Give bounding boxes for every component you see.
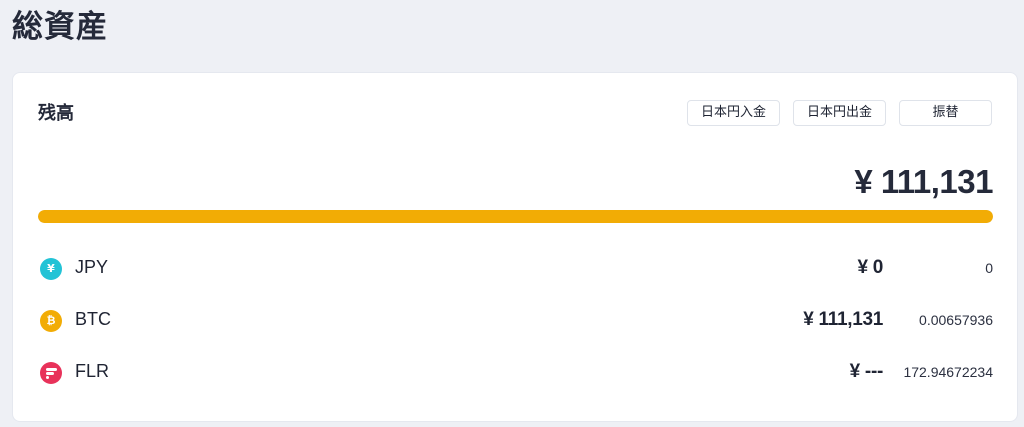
asset-name: JPY xyxy=(75,257,109,277)
card-title: 残高 xyxy=(38,103,74,124)
asset-list: ¥ JPY ¥ 0 0 ₿ BTC ¥ 111,131 0.00657936 F… xyxy=(38,245,993,401)
bitcoin-icon: ₿ xyxy=(40,310,62,332)
jpy-withdraw-button[interactable]: 日本円出金 xyxy=(792,100,886,126)
asset-amount: 0.00657936 xyxy=(919,312,993,328)
asset-jpy-value: ¥ 0 xyxy=(857,257,883,278)
total-balance: ¥ 111,131 xyxy=(854,163,993,200)
asset-jpy-value: ¥ --- xyxy=(849,361,884,382)
asset-amount: 0 xyxy=(985,260,993,276)
transfer-button[interactable]: 振替 xyxy=(899,100,992,126)
asset-jpy-value: ¥ 111,131 xyxy=(803,309,883,330)
yen-icon: ¥ xyxy=(40,258,62,280)
allocation-bar-fill xyxy=(38,210,993,223)
balance-card: 残高 日本円入金 日本円出金 振替 ¥ 111,131 ¥ JPY ¥ 0 0 … xyxy=(12,72,1018,422)
asset-row-flr: FLR ¥ --- 172.94672234 xyxy=(38,349,993,401)
asset-row-jpy: ¥ JPY ¥ 0 0 xyxy=(38,245,993,297)
asset-name: FLR xyxy=(75,361,110,381)
asset-name: BTC xyxy=(75,309,111,329)
flare-icon xyxy=(40,362,62,384)
asset-row-btc: ₿ BTC ¥ 111,131 0.00657936 xyxy=(38,297,993,349)
jpy-deposit-button[interactable]: 日本円入金 xyxy=(686,100,780,126)
asset-amount: 172.94672234 xyxy=(903,364,993,380)
allocation-bar xyxy=(38,210,993,223)
page-title: 総資産 xyxy=(12,9,108,45)
action-buttons: 日本円入金 日本円出金 振替 xyxy=(686,100,992,126)
